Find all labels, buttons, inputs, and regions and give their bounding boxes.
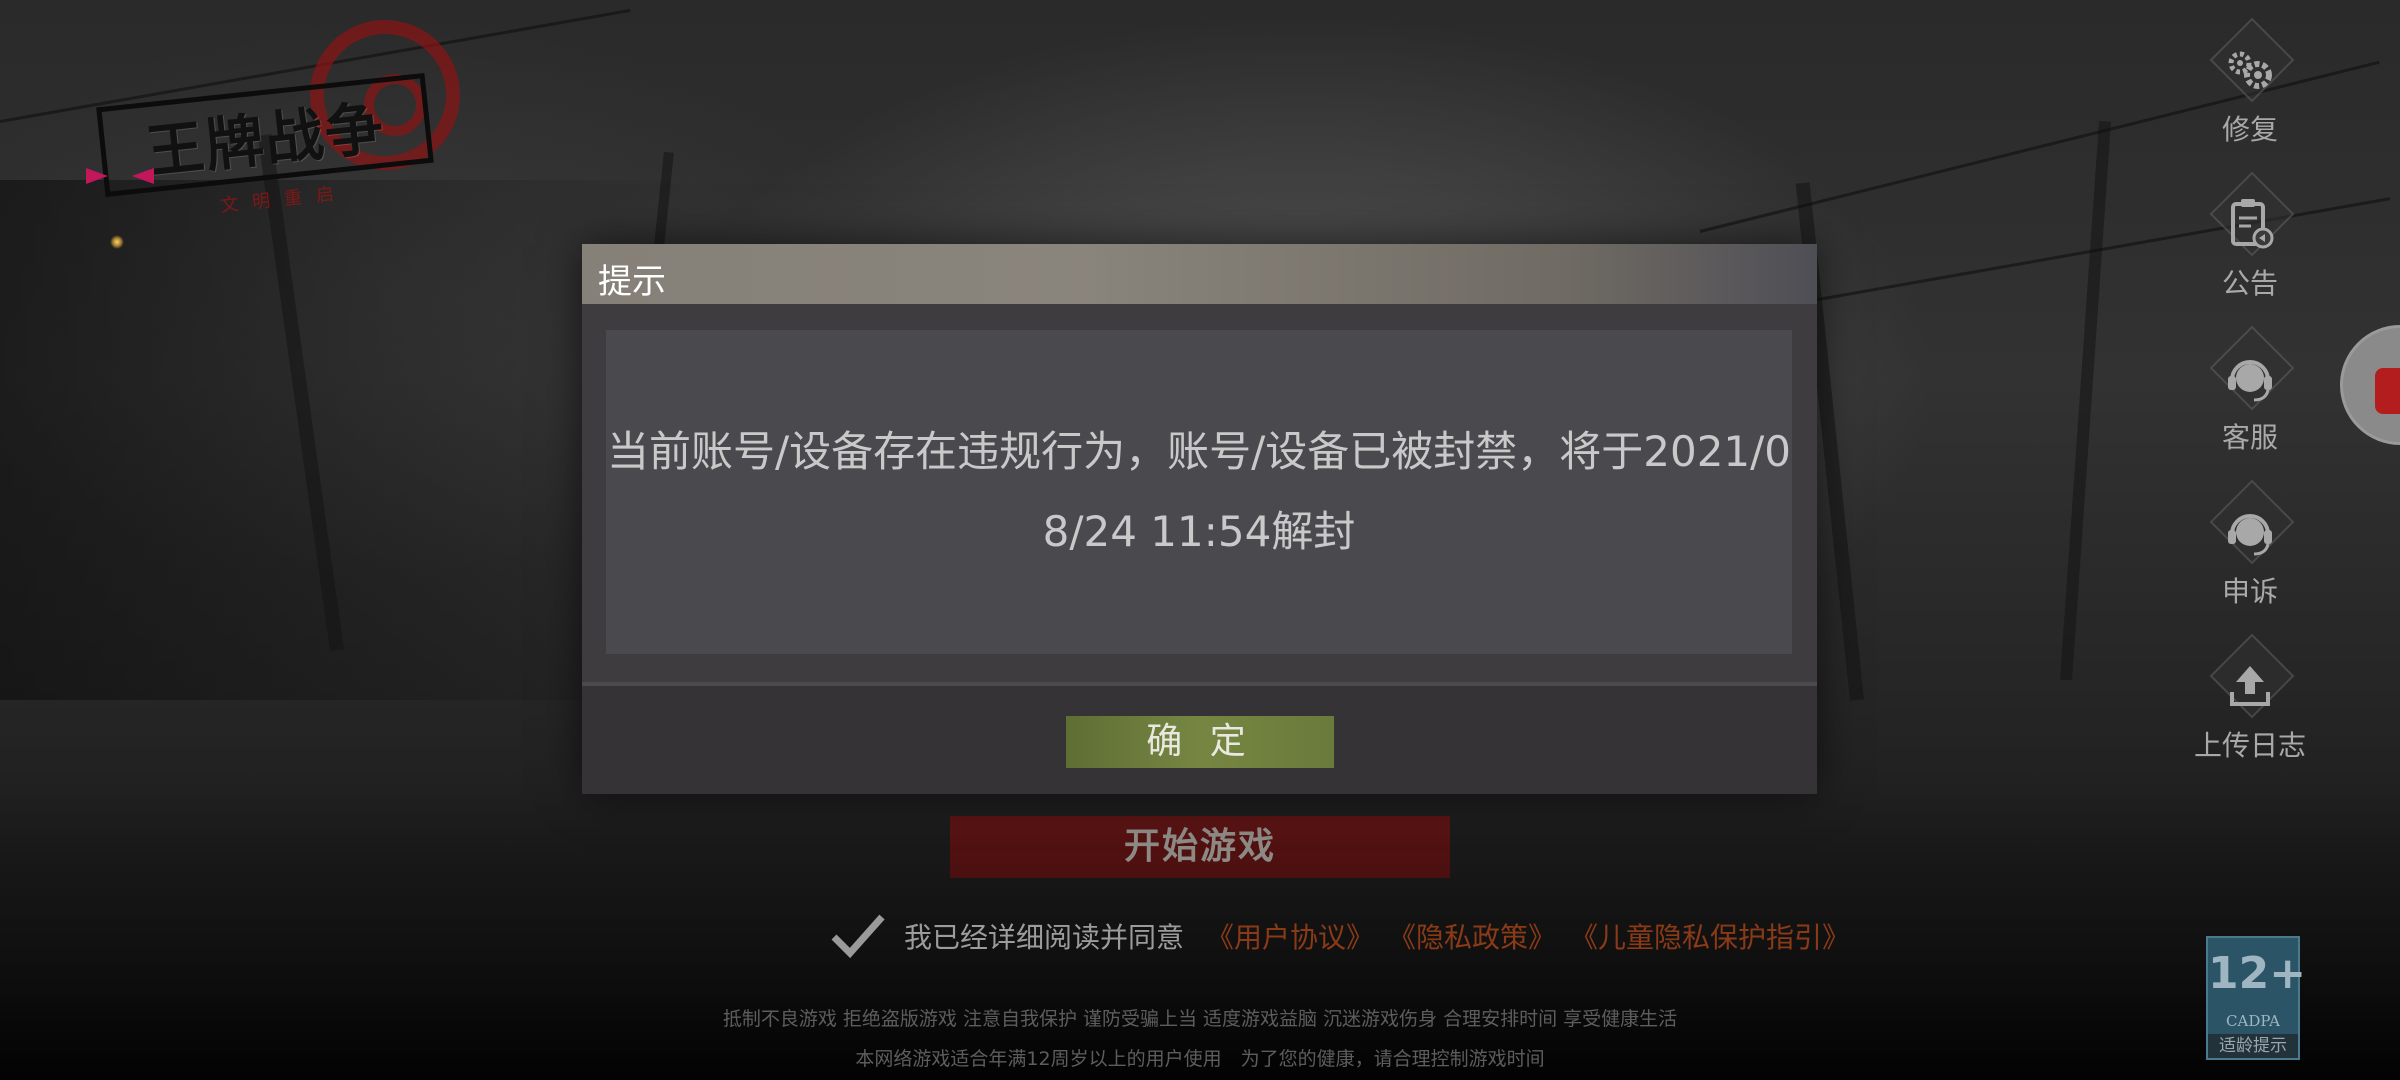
headset-icon xyxy=(2190,338,2310,418)
upload-icon xyxy=(2190,646,2310,726)
sidebar-item-upload-log[interactable]: 上传日志 xyxy=(2190,633,2310,786)
headset-icon xyxy=(2190,492,2310,572)
privacy-policy-link[interactable]: 《隐私政策》 xyxy=(1388,916,1556,956)
logo-eye-icon xyxy=(132,168,154,184)
sidebar-item-label: 客服 xyxy=(2221,421,2278,454)
health-notice-line: 抵制不良游戏 拒绝盗版游戏 注意自我保护 谨防受骗上当 适度游戏益脑 沉迷游戏伤… xyxy=(722,1008,1678,1030)
sidebar-item-appeal[interactable]: 申诉 xyxy=(2190,479,2310,632)
logo-eye-icon xyxy=(86,168,108,184)
child-privacy-link[interactable]: 《儿童隐私保护指引》 xyxy=(1570,916,1850,956)
agreement-text: 我已经详细阅读并同意 xyxy=(904,921,1185,954)
sidebar-item-label: 修复 xyxy=(2221,113,2278,146)
sidebar-item-customer-service[interactable]: 客服 xyxy=(2190,325,2310,478)
game-logo: 王牌战争 文明重启 xyxy=(80,20,460,249)
age-rating-caption: 适龄提示 xyxy=(2208,1034,2298,1058)
agreement-row: 我已经详细阅读并同意 《用户协议》 《隐私政策》 《儿童隐私保护指引》 xyxy=(830,908,1864,964)
spark-glow-icon xyxy=(110,235,124,249)
game-login-screen: 王牌战争 文明重启 修复 公告 客服 申诉 上传日志 开始游戏 我已经详细阅读并… xyxy=(0,0,2400,1080)
sidebar-item-label: 公告 xyxy=(2221,267,2278,300)
notice-dialog: 提示 当前账号/设备存在违规行为，账号/设备已被封禁，将于2021/08/24 … xyxy=(582,244,1817,794)
sidebar-item-repair[interactable]: 修复 xyxy=(2190,17,2310,170)
dialog-body: 当前账号/设备存在违规行为，账号/设备已被封禁，将于2021/08/24 11:… xyxy=(606,330,1792,654)
gears-icon xyxy=(2190,30,2310,110)
dialog-header: 提示 xyxy=(582,244,1817,304)
confirm-button[interactable]: 确 定 xyxy=(1066,716,1334,768)
dialog-message: 当前账号/设备存在违规行为，账号/设备已被封禁，将于2021/08/24 11:… xyxy=(606,427,1792,556)
sidebar-item-label: 申诉 xyxy=(2221,575,2278,608)
dialog-title: 提示 xyxy=(598,262,666,302)
dialog-footer: 确 定 xyxy=(582,686,1817,794)
age-notice-line: 本网络游戏适合年满12周岁以上的用户使用 为了您的健康，请合理控制游戏时间 xyxy=(855,1048,1545,1070)
logo-title: 王牌战争 xyxy=(142,93,389,187)
start-game-button[interactable]: 开始游戏 xyxy=(950,816,1450,878)
event-icon xyxy=(2375,368,2400,414)
event-entry-button[interactable] xyxy=(2340,325,2400,445)
checkmark-icon xyxy=(831,914,885,959)
sidebar-item-label: 上传日志 xyxy=(2193,729,2306,762)
age-rating-org: CADPA xyxy=(2226,1012,2280,1030)
sidebar-item-notice[interactable]: 公告 xyxy=(2190,171,2310,324)
notice-icon xyxy=(2190,184,2310,264)
age-rating-badge[interactable]: 12+ CADPA 适龄提示 xyxy=(2206,936,2307,1060)
age-rating-number: 12+ xyxy=(2208,948,2307,999)
user-agreement-link[interactable]: 《用户协议》 xyxy=(1206,916,1374,956)
background-fence-post xyxy=(2060,120,2112,681)
agreement-checkbox[interactable] xyxy=(830,908,886,964)
